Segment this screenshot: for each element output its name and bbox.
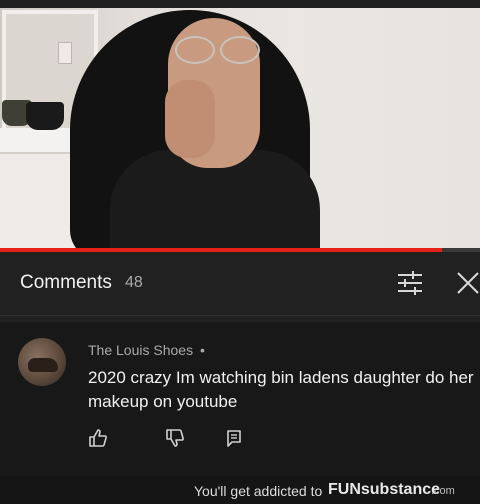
comments-panel: Comments 48 The Louis Shoes • 2020 crazy [0, 252, 480, 476]
comments-title: Comments [20, 272, 112, 293]
person-hand [165, 80, 215, 158]
video-player[interactable] [0, 0, 480, 252]
comment-author[interactable]: The Louis Shoes [88, 342, 193, 358]
close-icon[interactable] [455, 270, 480, 296]
watermark-brand: FUNsubstance [328, 481, 441, 498]
sort-filter-icon[interactable] [396, 270, 424, 296]
comment-item: The Louis Shoes • 2020 crazy Im watching… [0, 322, 480, 476]
avatar-shoe-image [28, 358, 58, 372]
watermark-text: You'll get addicted to [194, 483, 323, 499]
watermark-suffix: .com [431, 485, 455, 497]
author-separator: • [200, 342, 205, 358]
thumbs-up-icon[interactable] [88, 428, 108, 448]
thumbs-down-icon[interactable] [165, 428, 185, 448]
comments-count: 48 [125, 274, 143, 291]
reply-icon[interactable] [224, 428, 244, 448]
video-top-edge [0, 0, 480, 8]
light-switch [58, 42, 72, 64]
comments-header: Comments 48 [0, 252, 480, 316]
glasses-right-lens [220, 36, 260, 64]
comment-text: 2020 crazy Im watching bin ladens daught… [88, 368, 474, 411]
glasses-left-lens [175, 36, 215, 64]
avatar[interactable] [18, 338, 66, 386]
decor-bowl [26, 102, 64, 130]
watermark-bar: You'll get addicted to FUNsubstance .com [0, 476, 480, 504]
